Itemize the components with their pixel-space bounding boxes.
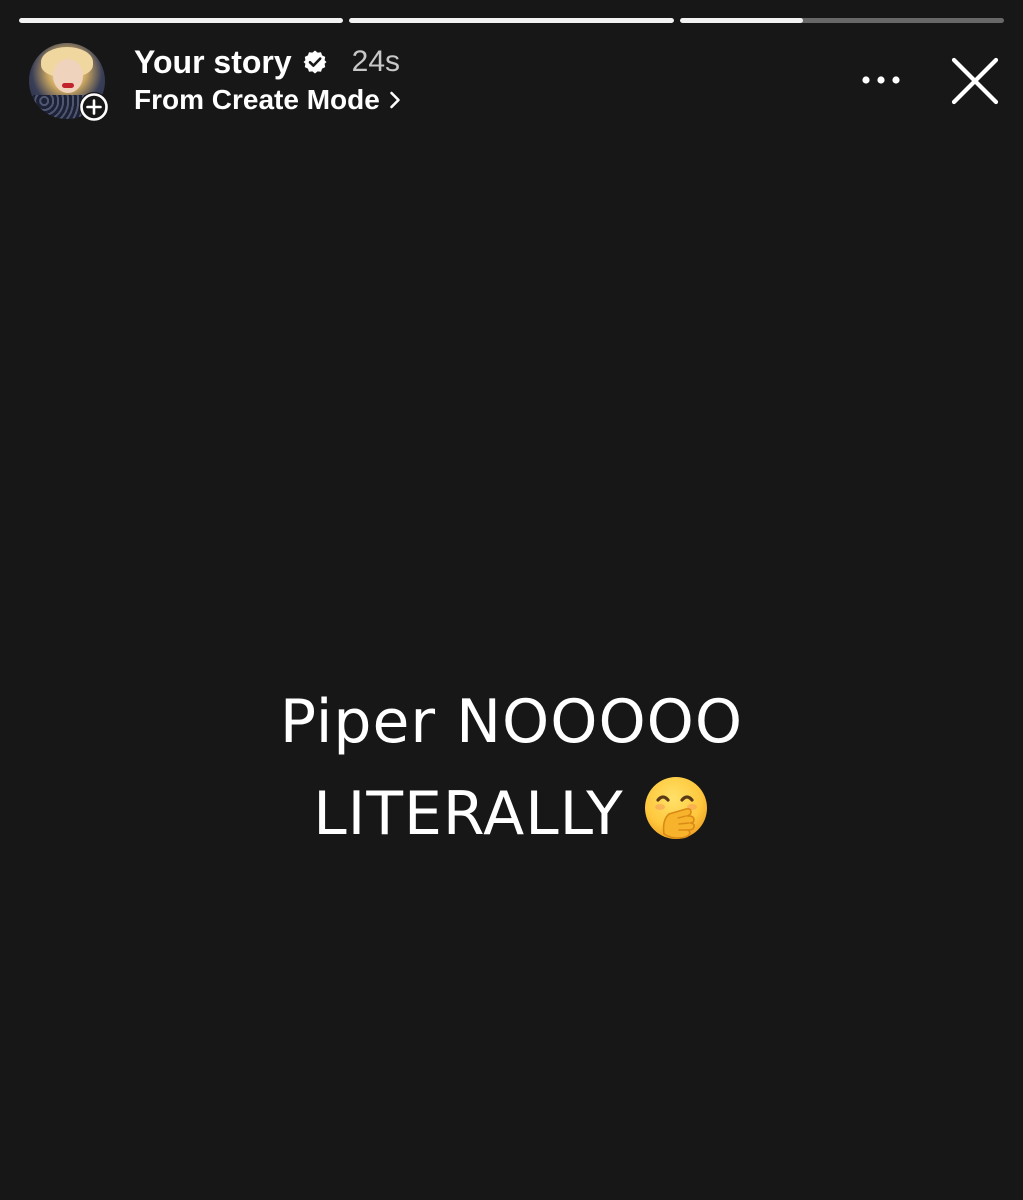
create-mode-label: From Create Mode <box>134 84 380 115</box>
story-progress-bar <box>19 18 1004 23</box>
story-title-row: Your story 24s <box>134 42 400 82</box>
story-timestamp: 24s <box>351 45 401 78</box>
progress-segment <box>679 18 1004 23</box>
progress-segment <box>19 18 344 23</box>
verified-badge-icon <box>302 49 328 75</box>
story-text-line-2: LITERALLY <box>0 768 1023 860</box>
more-horizontal-icon <box>862 76 900 84</box>
chevron-right-icon <box>388 89 402 111</box>
story-viewer: Your story 24s From Create Mode Piper NO… <box>0 0 1023 1200</box>
story-text-line-1: Piper NOOOOO <box>279 687 744 757</box>
progress-fill <box>349 18 674 23</box>
close-icon <box>951 57 999 105</box>
create-mode-link[interactable]: From Create Mode <box>134 82 402 118</box>
add-circle-icon[interactable] <box>79 92 109 122</box>
story-owner-title[interactable]: Your story <box>134 44 292 81</box>
story-text-line-2-word: LITERALLY <box>313 779 624 849</box>
face-with-hand-over-mouth-emoji <box>642 774 710 842</box>
avatar-lips <box>62 83 74 88</box>
story-text: Piper NOOOOO LITERALLY <box>0 676 1023 860</box>
more-options-button[interactable] <box>855 62 907 98</box>
progress-fill <box>679 18 803 23</box>
progress-segment <box>349 18 674 23</box>
close-button[interactable] <box>946 52 1004 110</box>
progress-fill <box>19 18 344 23</box>
